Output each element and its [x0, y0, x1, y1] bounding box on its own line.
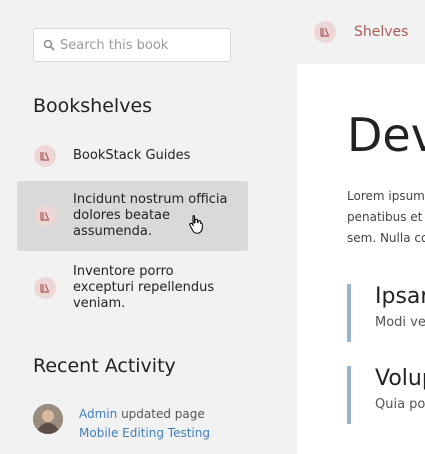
avatar[interactable]	[33, 404, 63, 434]
bookshelf-icon	[34, 277, 56, 299]
breadcrumb[interactable]: Shelves	[314, 21, 408, 43]
bookshelf-icon	[314, 21, 336, 43]
page-title: Dev	[347, 108, 425, 162]
shelf-item-label: Inventore porro excepturi repellendus ve…	[73, 264, 215, 311]
shelf-item-inventore[interactable]: Inventore porro excepturi repellendus ve…	[17, 253, 248, 323]
bookshelf-icon	[34, 205, 56, 227]
recent-activity-heading: Recent Activity	[33, 355, 176, 377]
shelf-item-label: BookStack Guides	[73, 148, 191, 163]
bookshelves-heading: Bookshelves	[33, 95, 153, 117]
callout-block: Volup Quia po	[347, 366, 425, 424]
bookshelf-icon	[34, 145, 56, 167]
page-intro: Lorem ipsum penatibus et sem. Nulla co	[347, 189, 425, 245]
callout-heading: Ipsar	[375, 284, 425, 309]
search-box[interactable]	[33, 28, 231, 62]
shelf-item-incidunt[interactable]: Incidunt nostrum officia dolores beatae …	[17, 181, 248, 251]
activity-action: updated page	[121, 407, 205, 421]
callout-block: Ipsar Modi ve	[347, 284, 425, 342]
search-input[interactable]	[60, 29, 225, 61]
activity-summary: Admin updated page	[79, 406, 205, 422]
search-icon	[43, 39, 55, 51]
shelf-item-label: Incidunt nostrum officia dolores beatae …	[73, 192, 228, 239]
breadcrumb-shelves-link[interactable]: Shelves	[354, 24, 408, 40]
hand-cursor-icon	[189, 215, 203, 234]
callout-text: Quia po	[375, 397, 425, 412]
callout-text: Modi ve	[375, 315, 425, 330]
activity-user-link[interactable]: Admin	[79, 407, 117, 421]
content-card: Dev Lorem ipsum penatibus et sem. Nulla …	[297, 64, 425, 454]
shelf-item-bookstack-guides[interactable]: BookStack Guides	[17, 139, 248, 173]
callout-heading: Volup	[375, 366, 425, 391]
